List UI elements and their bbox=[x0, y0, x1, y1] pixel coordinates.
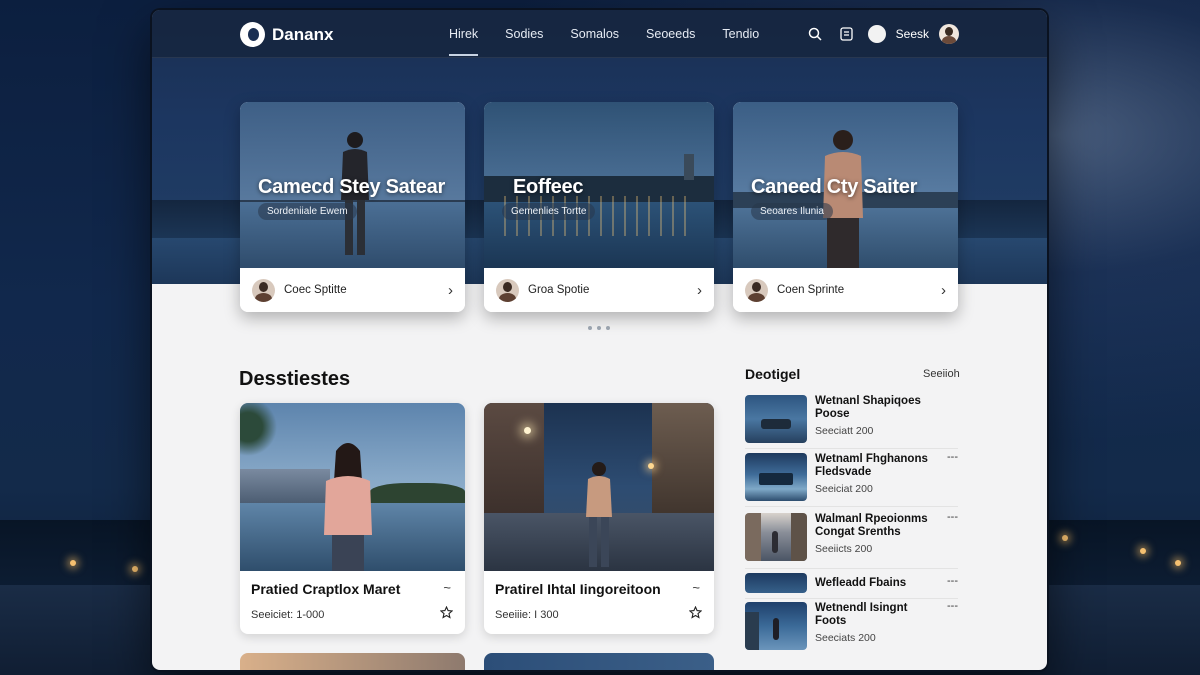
background-light bbox=[132, 566, 138, 572]
featured-tag: Sordeniiale Ewem bbox=[258, 203, 357, 220]
destination-title: Pratied Craptlox Maret bbox=[251, 581, 401, 597]
destination-meta: Seeiiie: I 300 bbox=[495, 609, 559, 621]
chevron-right-icon[interactable]: › bbox=[697, 282, 702, 299]
sidebar-title: Deotigel bbox=[745, 366, 801, 382]
list-item-thumbnail bbox=[745, 602, 807, 650]
star-icon[interactable] bbox=[688, 605, 703, 624]
featured-title: Caneed Cty Saiter bbox=[751, 176, 918, 198]
bookmark-icon[interactable] bbox=[836, 23, 858, 45]
search-icon[interactable] bbox=[804, 23, 826, 45]
list-item-meta: Seeciatt 200 bbox=[815, 425, 874, 437]
featured-card[interactable]: Eoffeec Gemenlies Tortte Groa Spotie › bbox=[484, 102, 714, 312]
more-icon[interactable]: ~ bbox=[692, 580, 700, 595]
top-navbar: Dananx Hirek Sodies Somalos Seoeeds Tend… bbox=[152, 10, 1047, 58]
destination-meta: Seeiciet: 1-000 bbox=[251, 609, 325, 621]
nav-link-seoeeds[interactable]: Seoeeds bbox=[646, 10, 695, 58]
featured-card[interactable]: Camecd Stey Satear Sordeniiale Ewem Coec… bbox=[240, 102, 465, 312]
user-status-dot[interactable] bbox=[867, 25, 886, 43]
carousel-dot[interactable] bbox=[597, 326, 601, 330]
featured-card[interactable]: Caneed Cty Saiter Seoares Ilunia Coen Sp… bbox=[733, 102, 958, 312]
carousel-dots[interactable] bbox=[588, 326, 610, 330]
list-item-title: Wetnaml Fhghanons Fledsvade bbox=[815, 453, 928, 478]
carousel-dot[interactable] bbox=[588, 326, 592, 330]
background-light bbox=[70, 560, 76, 566]
nav-links: Hirek Sodies Somalos Seoeeds Tendio bbox=[449, 10, 759, 58]
featured-author: Groa Spotie bbox=[528, 284, 590, 296]
list-item-thumbnail bbox=[745, 453, 807, 501]
destination-card[interactable]: Pratied Craptlox Maret ~ Seeiciet: 1-000 bbox=[240, 403, 465, 634]
more-icon[interactable]: --- bbox=[947, 451, 958, 463]
nav-actions: Seesk bbox=[804, 23, 959, 45]
destination-card-peek[interactable] bbox=[484, 653, 714, 670]
featured-author: Coec Sptitte bbox=[284, 284, 347, 296]
brand-logo[interactable]: Dananx bbox=[240, 22, 333, 47]
app-window: Dananx Hirek Sodies Somalos Seoeeds Tend… bbox=[152, 10, 1047, 670]
list-item-thumbnail bbox=[745, 573, 807, 593]
list-item[interactable]: Wetnendl Isingnt Foots Seeciats 200 --- bbox=[745, 600, 958, 654]
avatar bbox=[252, 278, 275, 302]
chevron-right-icon[interactable]: › bbox=[448, 282, 453, 299]
list-item-title: Wetnanl Shapiqoes Poose bbox=[815, 395, 921, 420]
star-icon[interactable] bbox=[439, 605, 454, 624]
list-item-thumbnail bbox=[745, 513, 807, 561]
featured-footer: Coec Sptitte › bbox=[240, 268, 465, 312]
list-item[interactable]: Wefleadd Fbains --- bbox=[745, 573, 958, 599]
section-title: Desstiestes bbox=[239, 368, 351, 390]
nav-link-sodies[interactable]: Sodies bbox=[505, 10, 543, 58]
more-icon[interactable]: --- bbox=[947, 575, 958, 587]
user-name[interactable]: Seesk bbox=[896, 27, 929, 41]
sidebar-link[interactable]: Seeiioh bbox=[923, 368, 960, 380]
list-item-meta: Seeiciat 200 bbox=[815, 483, 873, 495]
list-item-title: Wefleadd Fbains bbox=[815, 577, 907, 589]
featured-title: Eoffeec bbox=[513, 176, 584, 198]
nav-link-tendio[interactable]: Tendio bbox=[722, 10, 759, 58]
avatar[interactable] bbox=[939, 24, 959, 44]
list-item-meta: Seeiicts 200 bbox=[815, 543, 873, 555]
background-light bbox=[1140, 548, 1146, 554]
destination-image bbox=[484, 403, 714, 571]
list-item-title: Walmanl Rpeoionms Congat Srenths bbox=[815, 513, 928, 538]
featured-footer: Coen Sprinte › bbox=[733, 268, 958, 312]
featured-footer: Groa Spotie › bbox=[484, 268, 714, 312]
featured-tag: Seoares Ilunia bbox=[751, 203, 833, 220]
background-light bbox=[1175, 560, 1181, 566]
carousel-dot[interactable] bbox=[606, 326, 610, 330]
brand-name: Dananx bbox=[272, 24, 334, 44]
featured-author: Coen Sprinte bbox=[777, 284, 845, 296]
avatar bbox=[496, 278, 519, 302]
destination-title: Pratirel Ihtal Iingoreitoon bbox=[495, 581, 661, 597]
list-item[interactable]: Walmanl Rpeoionms Congat Srenths Seeiict… bbox=[745, 511, 958, 569]
destination-card-peek[interactable] bbox=[240, 653, 465, 670]
avatar bbox=[745, 278, 768, 302]
destination-image bbox=[240, 403, 465, 571]
featured-title: Camecd Stey Satear bbox=[258, 176, 445, 198]
background-light bbox=[1062, 535, 1068, 541]
more-icon[interactable]: --- bbox=[947, 511, 958, 523]
list-item-thumbnail bbox=[745, 395, 807, 443]
list-item-meta: Seeciats 200 bbox=[815, 632, 876, 644]
list-item-title: Wetnendl Isingnt Foots bbox=[815, 602, 908, 627]
more-icon[interactable]: ~ bbox=[443, 580, 451, 595]
more-icon[interactable]: --- bbox=[947, 600, 958, 612]
destination-card[interactable]: Pratirel Ihtal Iingoreitoon ~ Seeiiie: I… bbox=[484, 403, 714, 634]
featured-tag: Gemenlies Tortte bbox=[502, 203, 596, 220]
logo-circle-icon bbox=[240, 22, 265, 47]
list-item[interactable]: Wetnaml Fhghanons Fledsvade Seeiciat 200… bbox=[745, 451, 958, 507]
list-item[interactable]: Wetnanl Shapiqoes Poose Seeciatt 200 bbox=[745, 395, 958, 449]
chevron-right-icon[interactable]: › bbox=[941, 282, 946, 299]
nav-link-somalos[interactable]: Somalos bbox=[570, 10, 619, 58]
nav-link-hirek[interactable]: Hirek bbox=[449, 10, 479, 58]
